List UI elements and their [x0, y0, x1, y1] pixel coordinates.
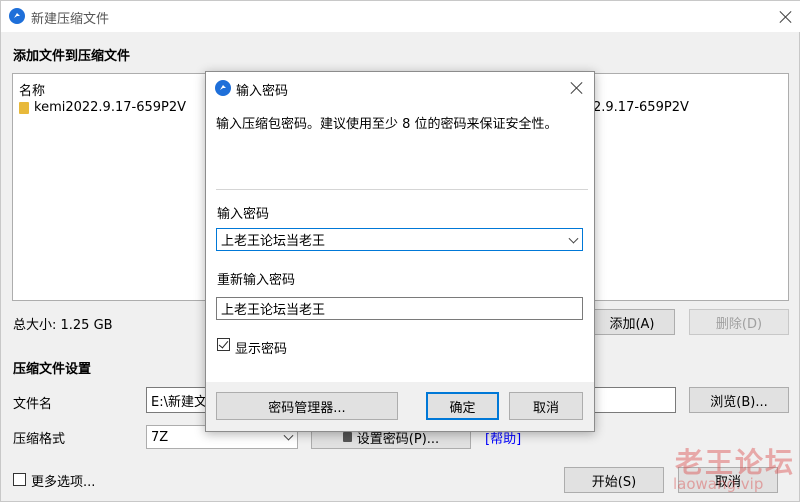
chevron-down-icon[interactable] — [568, 233, 579, 244]
window-title: 新建压缩文件 — [31, 12, 110, 27]
format-select-value: 7Z — [151, 429, 169, 445]
chevron-down-icon — [283, 430, 294, 441]
show-password-label[interactable]: 显示密码 — [235, 338, 287, 357]
watermark-url: laowang.vip — [673, 475, 764, 493]
ok-button[interactable]: 确定 — [426, 392, 499, 420]
divider — [216, 189, 588, 190]
password-manager-button[interactable]: 密码管理器... — [216, 392, 398, 420]
filename-label: 文件名 — [13, 397, 53, 412]
reenter-password-input[interactable]: 上老王论坛当老王 — [216, 297, 583, 320]
column-header-name[interactable]: 名称 — [19, 80, 45, 99]
total-size: 总大小: 1.25 GB — [13, 318, 113, 333]
list-item[interactable]: kemi2022.9.17-659P2V — [19, 100, 186, 115]
delete-button[interactable]: 删除(D) — [689, 309, 789, 335]
dialog-title: 输入密码 — [236, 84, 289, 99]
lock-icon — [342, 432, 352, 442]
dialog-footer: 密码管理器... 确定 取消 — [206, 382, 594, 431]
start-button[interactable]: 开始(S) — [564, 467, 664, 493]
password-input-value: 上老王论坛当老王 — [221, 234, 326, 249]
title-bar: 新建压缩文件 — [1, 1, 800, 32]
format-label: 压缩格式 — [13, 432, 66, 447]
more-options-label[interactable]: 更多选项... — [31, 471, 95, 490]
archive-settings-heading: 压缩文件设置 — [13, 362, 92, 377]
list-item-name-fragment: 2.9.17-659P2V — [593, 100, 689, 115]
window-close-icon[interactable] — [777, 8, 795, 26]
list-item-name: kemi2022.9.17-659P2V — [34, 100, 187, 115]
app-logo-icon — [9, 8, 25, 24]
show-password-checkbox[interactable] — [217, 338, 230, 351]
browse-button[interactable]: 浏览(B)... — [689, 387, 789, 413]
dialog-cancel-button[interactable]: 取消 — [509, 392, 583, 420]
dialog-close-icon[interactable] — [568, 79, 586, 97]
add-button[interactable]: 添加(A) — [589, 309, 675, 335]
reenter-password-label: 重新输入密码 — [217, 273, 296, 288]
folder-icon — [19, 101, 29, 114]
dialog-description: 输入压缩包密码。建议使用至少 8 位的密码来保证安全性。 — [216, 117, 558, 132]
add-files-heading: 添加文件到压缩文件 — [13, 49, 131, 64]
password-input[interactable]: 上老王论坛当老王 — [216, 228, 583, 251]
password-label: 输入密码 — [217, 207, 270, 222]
password-dialog: 输入密码 输入压缩包密码。建议使用至少 8 位的密码来保证安全性。 输入密码 上… — [205, 71, 595, 432]
app-logo-icon — [215, 80, 231, 96]
more-options-checkbox[interactable] — [13, 473, 26, 486]
